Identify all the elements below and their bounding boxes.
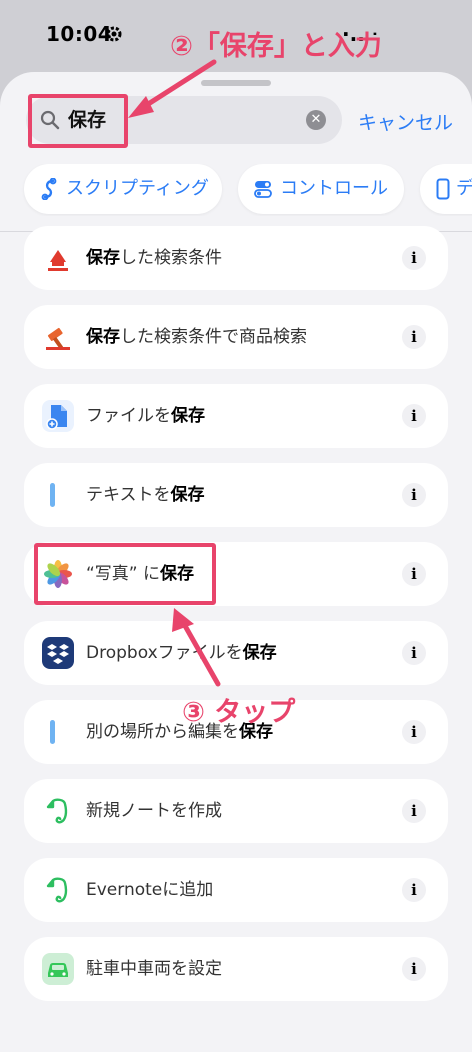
step2-arrowhead	[128, 96, 154, 118]
step3-arrowhead	[172, 608, 194, 632]
step3-callout: ③ タップ	[182, 697, 296, 728]
annotation-arrows	[128, 59, 221, 687]
step2-callout: ②「保存」と入力	[170, 31, 382, 62]
step3-arrow	[181, 621, 221, 687]
step2-arrow	[139, 59, 217, 111]
